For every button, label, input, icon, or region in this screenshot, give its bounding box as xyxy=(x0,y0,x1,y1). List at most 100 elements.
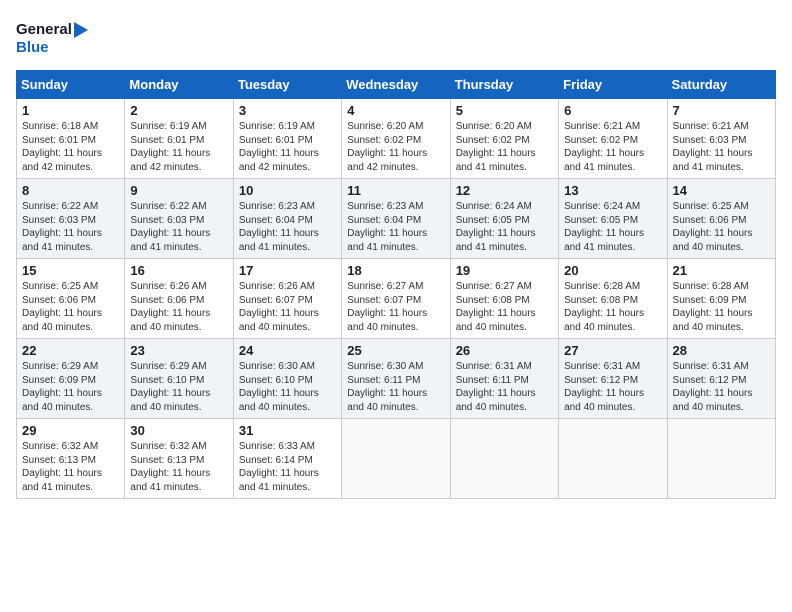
day-number: 21 xyxy=(673,263,770,278)
day-number: 17 xyxy=(239,263,336,278)
cell-content: Sunrise: 6:28 AMSunset: 6:08 PMDaylight:… xyxy=(564,280,661,334)
day-number: 19 xyxy=(456,263,553,278)
day-number: 1 xyxy=(22,103,119,118)
calendar-cell: 13 Sunrise: 6:24 AMSunset: 6:05 PMDayligh… xyxy=(559,179,667,259)
calendar-cell: 10 Sunrise: 6:23 AMSunset: 6:04 PMDayligh… xyxy=(233,179,341,259)
day-number: 24 xyxy=(239,343,336,358)
calendar-cell: 27 Sunrise: 6:31 AMSunset: 6:12 PMDayligh… xyxy=(559,339,667,419)
calendar-cell: 9 Sunrise: 6:22 AMSunset: 6:03 PMDaylight… xyxy=(125,179,233,259)
calendar-cell: 11 Sunrise: 6:23 AMSunset: 6:04 PMDayligh… xyxy=(342,179,450,259)
calendar-table: Sunday Monday Tuesday Wednesday Thursday… xyxy=(16,70,776,499)
day-number: 28 xyxy=(673,343,770,358)
day-number: 3 xyxy=(239,103,336,118)
cell-content: Sunrise: 6:19 AMSunset: 6:01 PMDaylight:… xyxy=(239,120,336,174)
day-number: 13 xyxy=(564,183,661,198)
day-number: 10 xyxy=(239,183,336,198)
day-number: 6 xyxy=(564,103,661,118)
day-number: 14 xyxy=(673,183,770,198)
day-number: 4 xyxy=(347,103,444,118)
calendar-cell: 25 Sunrise: 6:30 AMSunset: 6:11 PMDayligh… xyxy=(342,339,450,419)
cell-content: Sunrise: 6:22 AMSunset: 6:03 PMDaylight:… xyxy=(22,200,119,254)
calendar-cell: 20 Sunrise: 6:28 AMSunset: 6:08 PMDayligh… xyxy=(559,259,667,339)
day-number: 5 xyxy=(456,103,553,118)
calendar-cell: 30 Sunrise: 6:32 AMSunset: 6:13 PMDayligh… xyxy=(125,419,233,499)
calendar-cell xyxy=(450,419,558,499)
calendar-cell: 23Sunrise: 6:29 AMSunset: 6:10 PMDayligh… xyxy=(125,339,233,419)
calendar-cell: 4 Sunrise: 6:20 AMSunset: 6:02 PMDaylight… xyxy=(342,99,450,179)
day-number: 22 xyxy=(22,343,119,358)
day-number: 12 xyxy=(456,183,553,198)
day-number: 15 xyxy=(22,263,119,278)
calendar-cell xyxy=(559,419,667,499)
calendar-cell: 14Sunrise: 6:25 AMSunset: 6:06 PMDayligh… xyxy=(667,179,775,259)
logo-image: General Blue xyxy=(16,16,96,60)
col-friday: Friday xyxy=(559,71,667,99)
cell-content: Sunrise: 6:29 AMSunset: 6:09 PMDaylight:… xyxy=(22,360,119,414)
day-number: 16 xyxy=(130,263,227,278)
cell-content: Sunrise: 6:24 AMSunset: 6:05 PMDaylight:… xyxy=(456,200,553,254)
cell-content: Sunrise: 6:32 AMSunset: 6:13 PMDaylight:… xyxy=(130,440,227,494)
calendar-cell: 7Sunrise: 6:21 AMSunset: 6:03 PMDaylight… xyxy=(667,99,775,179)
day-number: 9 xyxy=(130,183,227,198)
calendar-cell: 28 Sunrise: 6:31 AMSunset: 6:12 PMDayligh… xyxy=(667,339,775,419)
cell-content: Sunrise: 6:31 AMSunset: 6:12 PMDaylight:… xyxy=(673,360,770,414)
cell-content: Sunrise: 6:19 AMSunset: 6:01 PMDaylight:… xyxy=(130,120,227,174)
day-number: 20 xyxy=(564,263,661,278)
calendar-cell xyxy=(342,419,450,499)
cell-content: Sunrise: 6:21 AMSunset: 6:02 PMDaylight:… xyxy=(564,120,661,174)
col-thursday: Thursday xyxy=(450,71,558,99)
calendar-cell: 1 Sunrise: 6:18 AMSunset: 6:01 PMDaylight… xyxy=(17,99,125,179)
cell-content: Sunrise: 6:24 AMSunset: 6:05 PMDaylight:… xyxy=(564,200,661,254)
calendar-cell: 18 Sunrise: 6:27 AMSunset: 6:07 PMDayligh… xyxy=(342,259,450,339)
calendar-cell: 24 Sunrise: 6:30 AMSunset: 6:10 PMDayligh… xyxy=(233,339,341,419)
day-number: 31 xyxy=(239,423,336,438)
cell-content: Sunrise: 6:30 AMSunset: 6:11 PMDaylight:… xyxy=(347,360,444,414)
day-number: 25 xyxy=(347,343,444,358)
cell-content: Sunrise: 6:31 AMSunset: 6:11 PMDaylight:… xyxy=(456,360,553,414)
day-number: 11 xyxy=(347,183,444,198)
svg-text:General: General xyxy=(16,21,72,38)
cell-content: Sunrise: 6:27 AMSunset: 6:07 PMDaylight:… xyxy=(347,280,444,334)
day-number: 27 xyxy=(564,343,661,358)
cell-content: Sunrise: 6:20 AMSunset: 6:02 PMDaylight:… xyxy=(347,120,444,174)
cell-content: Sunrise: 6:18 AMSunset: 6:01 PMDaylight:… xyxy=(22,120,119,174)
day-number: 30 xyxy=(130,423,227,438)
day-number: 23 xyxy=(130,343,227,358)
calendar-cell: 3 Sunrise: 6:19 AMSunset: 6:01 PMDaylight… xyxy=(233,99,341,179)
svg-text:Blue: Blue xyxy=(16,39,49,56)
calendar-cell: 26Sunrise: 6:31 AMSunset: 6:11 PMDayligh… xyxy=(450,339,558,419)
header: General Blue xyxy=(16,16,776,60)
day-number: 2 xyxy=(130,103,227,118)
col-tuesday: Tuesday xyxy=(233,71,341,99)
calendar-cell: 2 Sunrise: 6:19 AMSunset: 6:01 PMDaylight… xyxy=(125,99,233,179)
calendar-cell xyxy=(667,419,775,499)
logo: General Blue xyxy=(16,16,96,60)
calendar-cell: 22 Sunrise: 6:29 AMSunset: 6:09 PMDayligh… xyxy=(17,339,125,419)
calendar-cell: 6 Sunrise: 6:21 AMSunset: 6:02 PMDaylight… xyxy=(559,99,667,179)
calendar-cell: 15 Sunrise: 6:25 AMSunset: 6:06 PMDayligh… xyxy=(17,259,125,339)
day-number: 18 xyxy=(347,263,444,278)
day-number: 8 xyxy=(22,183,119,198)
calendar-cell: 17Sunrise: 6:26 AMSunset: 6:07 PMDayligh… xyxy=(233,259,341,339)
col-monday: Monday xyxy=(125,71,233,99)
cell-content: Sunrise: 6:22 AMSunset: 6:03 PMDaylight:… xyxy=(130,200,227,254)
calendar-cell: 12 Sunrise: 6:24 AMSunset: 6:05 PMDayligh… xyxy=(450,179,558,259)
col-saturday: Saturday xyxy=(667,71,775,99)
cell-content: Sunrise: 6:21 AMSunset: 6:03 PMDaylight:… xyxy=(673,120,770,174)
col-wednesday: Wednesday xyxy=(342,71,450,99)
calendar-cell: 19 Sunrise: 6:27 AMSunset: 6:08 PMDayligh… xyxy=(450,259,558,339)
calendar-cell: 31 Sunrise: 6:33 AMSunset: 6:14 PMDayligh… xyxy=(233,419,341,499)
cell-content: Sunrise: 6:31 AMSunset: 6:12 PMDaylight:… xyxy=(564,360,661,414)
cell-content: Sunrise: 6:23 AMSunset: 6:04 PMDaylight:… xyxy=(239,200,336,254)
cell-content: Sunrise: 6:27 AMSunset: 6:08 PMDaylight:… xyxy=(456,280,553,334)
cell-content: Sunrise: 6:30 AMSunset: 6:10 PMDaylight:… xyxy=(239,360,336,414)
cell-content: Sunrise: 6:23 AMSunset: 6:04 PMDaylight:… xyxy=(347,200,444,254)
cell-content: Sunrise: 6:33 AMSunset: 6:14 PMDaylight:… xyxy=(239,440,336,494)
col-sunday: Sunday xyxy=(17,71,125,99)
cell-content: Sunrise: 6:32 AMSunset: 6:13 PMDaylight:… xyxy=(22,440,119,494)
cell-content: Sunrise: 6:25 AMSunset: 6:06 PMDaylight:… xyxy=(22,280,119,334)
calendar-cell: 8 Sunrise: 6:22 AMSunset: 6:03 PMDaylight… xyxy=(17,179,125,259)
calendar-cell: 21Sunrise: 6:28 AMSunset: 6:09 PMDayligh… xyxy=(667,259,775,339)
cell-content: Sunrise: 6:26 AMSunset: 6:06 PMDaylight:… xyxy=(130,280,227,334)
day-number: 29 xyxy=(22,423,119,438)
